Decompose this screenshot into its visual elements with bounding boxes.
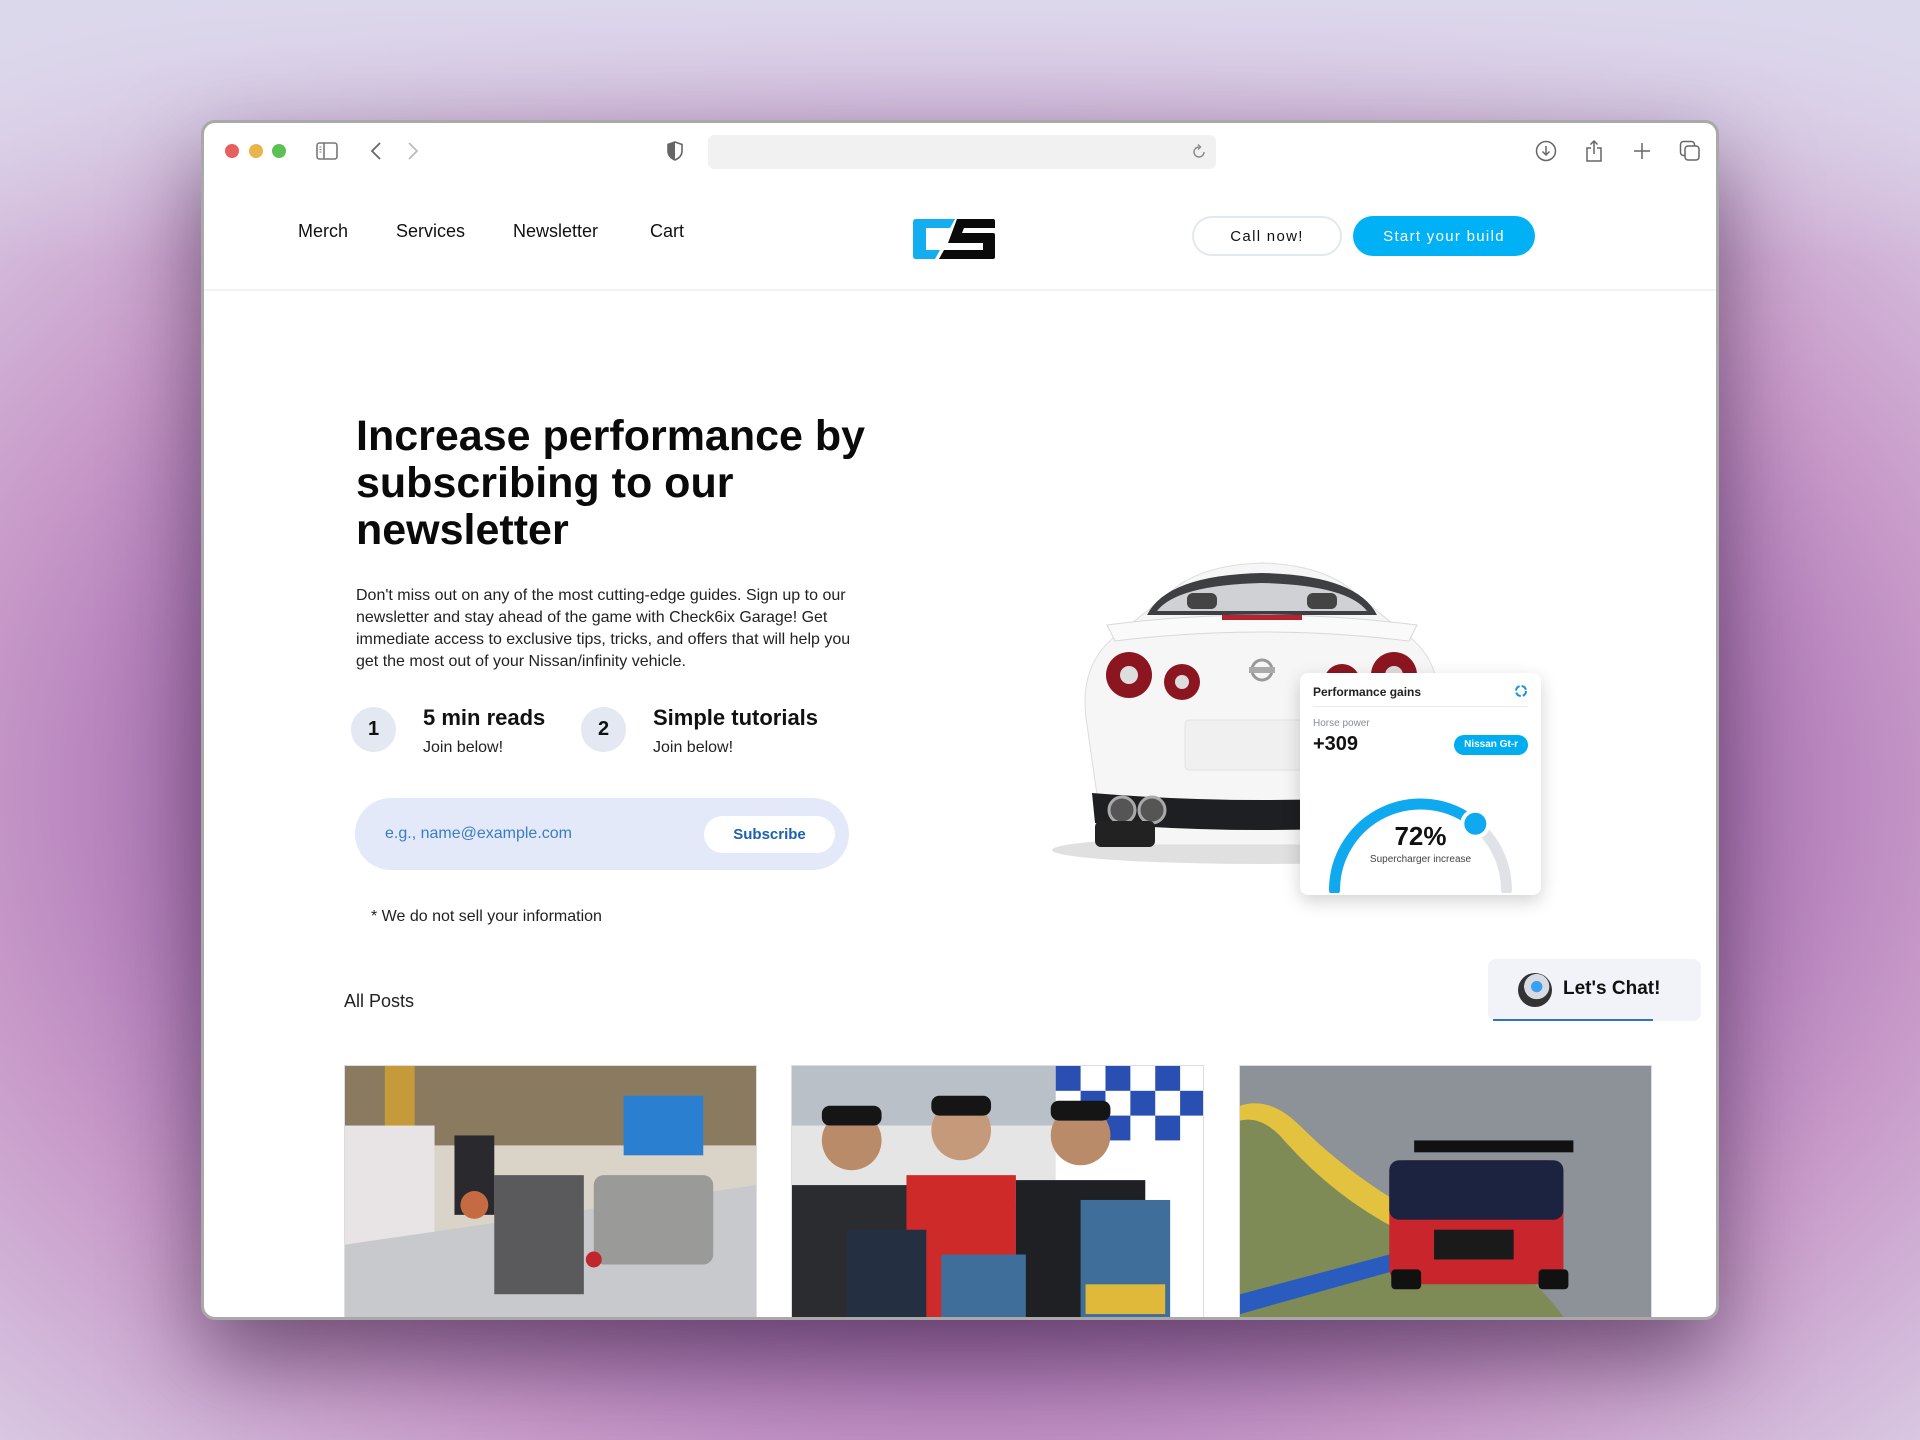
feature-number: 2	[581, 707, 626, 752]
site-header: Merch Services Newsletter Cart Call now!…	[204, 181, 1716, 291]
subscribe-form: Subscribe	[355, 798, 849, 870]
reload-icon[interactable]	[1190, 143, 1208, 161]
hero-headline: Increase performance by subscribing to o…	[356, 412, 866, 554]
chat-underline	[1493, 1019, 1653, 1021]
card-title: Performance gains	[1313, 685, 1422, 699]
post-card-podium[interactable]	[791, 1065, 1204, 1317]
horsepower-value: +309	[1313, 733, 1359, 755]
feature-subtitle: Join below!	[653, 739, 734, 756]
model-badge: Nissan Gt-r	[1454, 735, 1528, 755]
start-build-button[interactable]: Start your build	[1353, 216, 1535, 256]
back-icon[interactable]	[367, 137, 385, 165]
sidebar-icon[interactable]	[315, 137, 339, 165]
feature-title: 5 min reads	[423, 705, 546, 730]
browser-toolbar	[204, 123, 1716, 181]
post-card-garage[interactable]	[344, 1065, 757, 1317]
nav-newsletter[interactable]: Newsletter	[513, 221, 598, 242]
call-now-button[interactable]: Call now!	[1192, 216, 1342, 256]
nav-cart[interactable]: Cart	[650, 221, 684, 242]
shield-icon[interactable]	[665, 137, 685, 165]
post-image-garage	[345, 1066, 756, 1317]
hero-intro: Don't miss out on any of the most cuttin…	[356, 587, 851, 670]
subscribe-button[interactable]: Subscribe	[704, 816, 835, 853]
maximize-window-button[interactable]	[272, 144, 286, 158]
performance-card: Performance gains Horse power +309 Nissa…	[1300, 673, 1541, 895]
logo[interactable]	[913, 219, 995, 259]
gauge-percent: 72%	[1394, 821, 1447, 851]
horsepower-label: Horse power	[1313, 718, 1370, 729]
refresh-icon[interactable]	[1514, 684, 1528, 698]
feature-title: Simple tutorials	[653, 705, 819, 730]
chat-avatar	[1518, 973, 1552, 1007]
feature-subtitle: Join below!	[423, 739, 504, 756]
nav-merch[interactable]: Merch	[298, 221, 348, 242]
post-image-track	[1240, 1066, 1651, 1317]
share-icon[interactable]	[1582, 137, 1606, 165]
all-posts-heading[interactable]: All Posts	[344, 991, 414, 1012]
nav-services[interactable]: Services	[396, 221, 465, 242]
browser-window: Merch Services Newsletter Cart Call now!…	[201, 120, 1719, 1320]
post-image-podium	[792, 1066, 1203, 1317]
minimize-window-button[interactable]	[249, 144, 263, 158]
post-card-track[interactable]	[1239, 1065, 1652, 1317]
feature-number: 1	[351, 707, 396, 752]
gauge-label: Supercharger increase	[1369, 854, 1472, 865]
chat-label: Let's Chat!	[1563, 978, 1661, 999]
download-icon[interactable]	[1534, 137, 1558, 165]
chat-widget[interactable]: Let's Chat!	[1488, 959, 1701, 1021]
card-divider	[1313, 706, 1528, 707]
address-bar[interactable]	[708, 135, 1216, 169]
tabs-overview-icon[interactable]	[1678, 137, 1702, 165]
new-tab-icon[interactable]	[1630, 137, 1654, 165]
email-input[interactable]	[385, 818, 685, 850]
forward-icon[interactable]	[404, 137, 422, 165]
close-window-button[interactable]	[225, 144, 239, 158]
privacy-disclaimer: * We do not sell your information	[371, 908, 602, 925]
